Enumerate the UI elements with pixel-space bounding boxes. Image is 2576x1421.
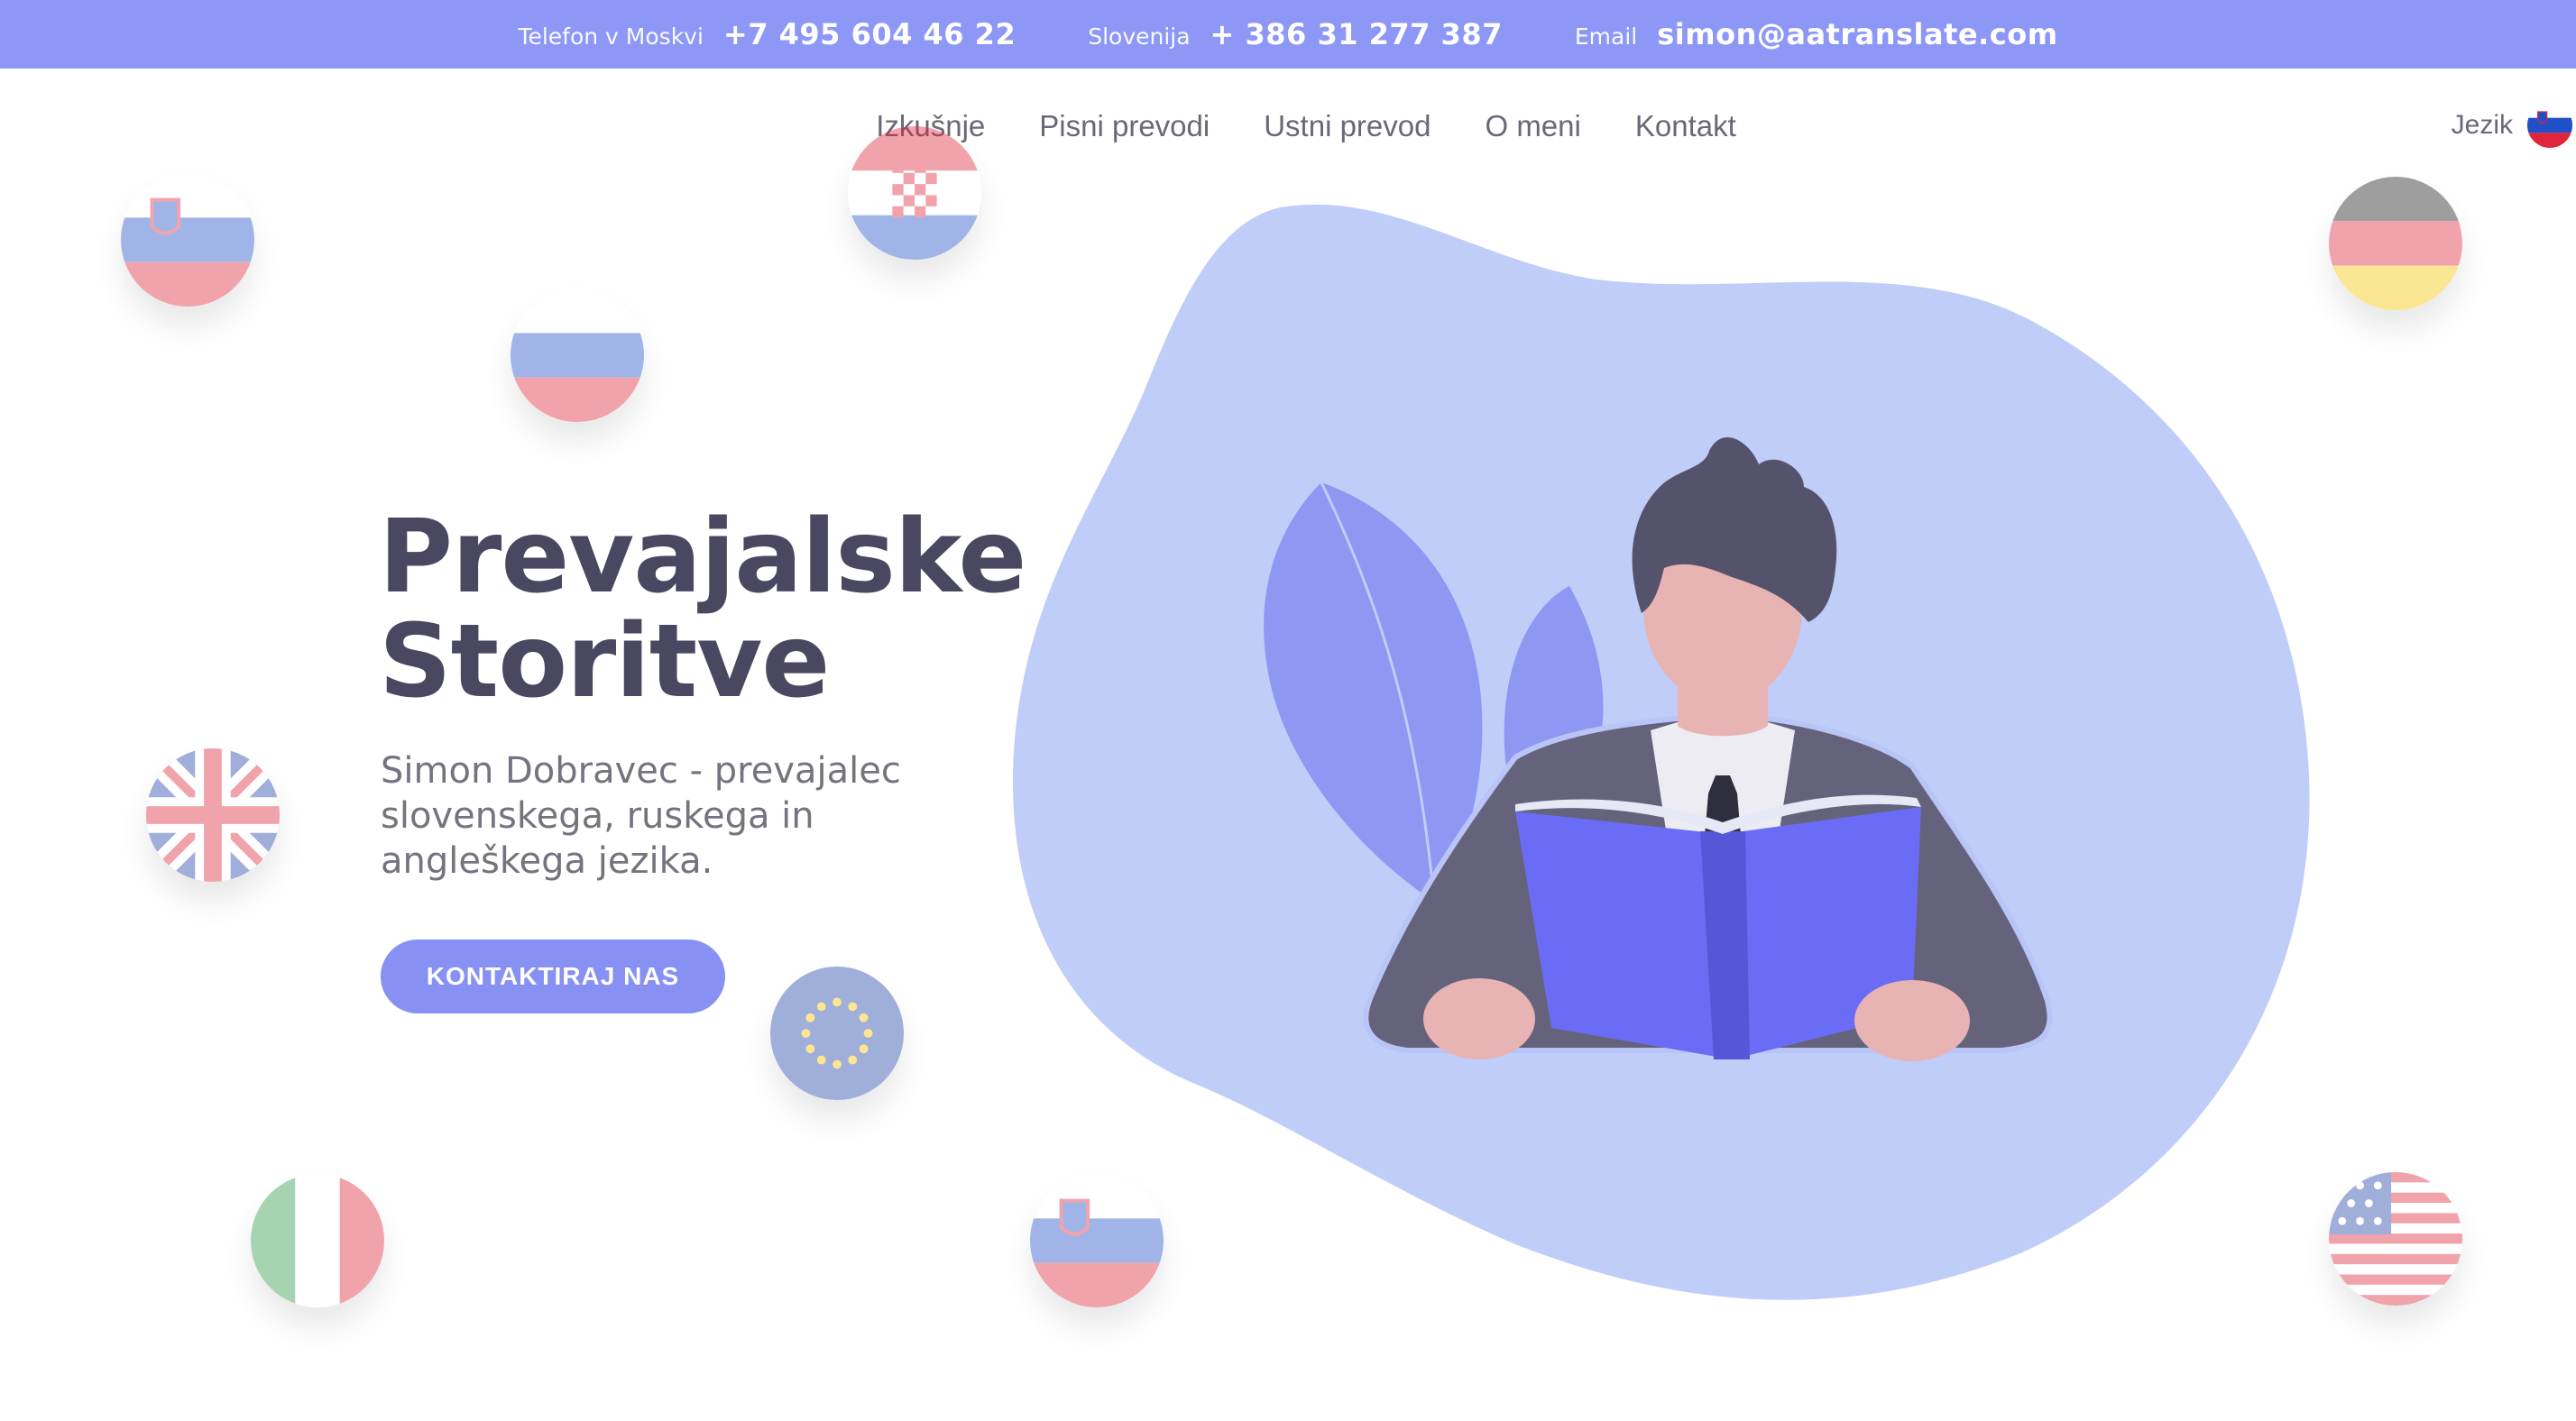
moscow-contact: Telefon v Moskvi +7 495 604 46 22 [518, 17, 1016, 51]
right-hand [1854, 980, 1970, 1061]
moscow-phone-label: Telefon v Moskvi [518, 23, 704, 50]
uk-flag-icon [146, 748, 280, 882]
language-label: Jezik [2451, 110, 2513, 140]
nav-item-pisni-prevodi[interactable]: Pisni prevodi [1039, 109, 1210, 143]
left-hand [1423, 978, 1535, 1059]
hero-title: Prevajalske Storitve [379, 505, 1064, 714]
top-contact-bar: Telefon v Moskvi +7 495 604 46 22 Sloven… [0, 0, 2576, 69]
email-link[interactable]: simon@aatranslate.com [1657, 17, 2057, 51]
translator-illustration [1010, 198, 2489, 1325]
eu-flag-icon [770, 967, 904, 1100]
contact-us-button[interactable]: KONTAKTIRAJ NAS [381, 940, 725, 1013]
germany-flag-icon [2329, 177, 2462, 310]
language-selector[interactable]: Jezik [2452, 103, 2572, 148]
slovenia-flag-icon [1030, 1174, 1164, 1307]
italy-flag-icon [251, 1174, 384, 1307]
nav-item-ustni-prevod[interactable]: Ustni prevod [1264, 109, 1431, 143]
hero-title-line-1: Prevajalske [379, 499, 1026, 616]
croatia-flag-icon [848, 126, 981, 260]
email-label: Email [1574, 23, 1638, 50]
russia-flag-icon [511, 289, 644, 422]
slovenia-contact: Slovenija + 386 31 277 387 [1088, 17, 1503, 51]
slovenia-phone-label: Slovenija [1088, 23, 1191, 50]
hero-subtitle: Simon Dobravec - prevajalec slovenskega,… [381, 750, 901, 882]
usa-flag-icon [2329, 1172, 2462, 1306]
email-contact: Email simon@aatranslate.com [1575, 17, 2058, 51]
slovenia-phone-link[interactable]: + 386 31 277 387 [1210, 17, 1503, 51]
main-nav: Izkušnje Pisni prevodi Ustni prevod O me… [0, 99, 2576, 153]
nav-item-o-meni[interactable]: O meni [1485, 109, 1580, 143]
hero-title-line-2: Storitve [379, 603, 830, 720]
nav-item-kontakt[interactable]: Kontakt [1635, 109, 1736, 143]
moscow-phone-link[interactable]: +7 495 604 46 22 [723, 17, 1016, 51]
slovenia-flag-icon [2527, 103, 2572, 148]
slovenia-flag-icon [121, 173, 254, 307]
